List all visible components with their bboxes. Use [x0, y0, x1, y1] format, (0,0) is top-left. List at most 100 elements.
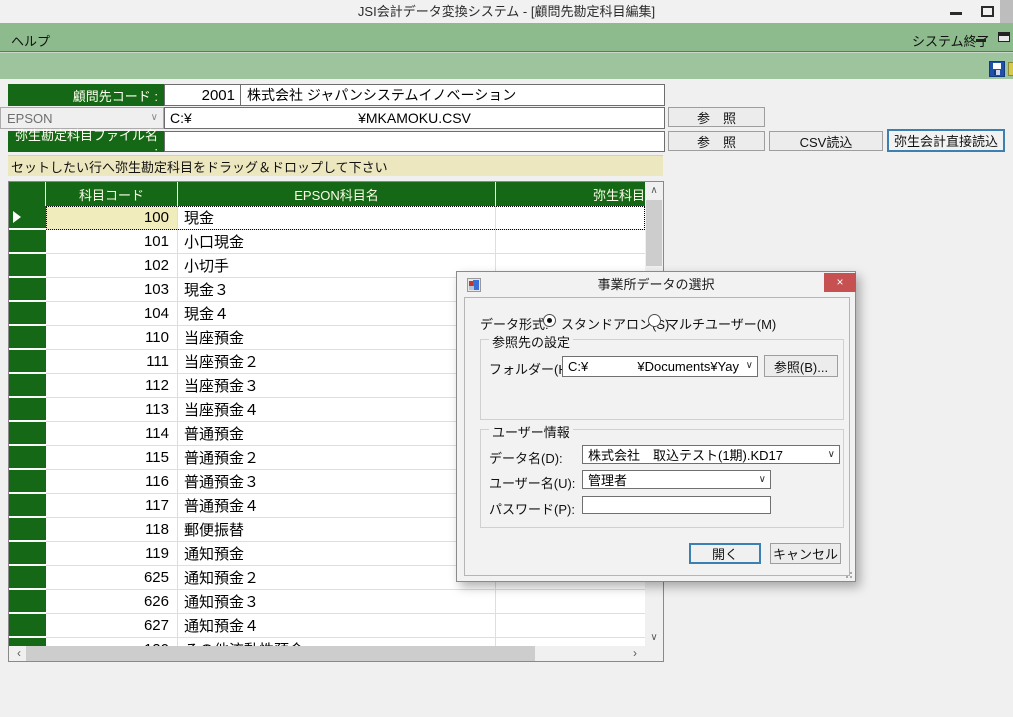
cell-code[interactable]: 113	[46, 398, 178, 422]
row-header-cell[interactable]	[9, 398, 46, 422]
cell-name[interactable]: 普通預金２	[178, 446, 496, 470]
scroll-down-icon[interactable]: ∨	[645, 629, 663, 646]
cell-code[interactable]: 102	[46, 254, 178, 278]
row-header-cell[interactable]	[9, 542, 46, 566]
cell-name[interactable]: 通知預金４	[178, 614, 496, 638]
client-code-field[interactable]: 2001	[164, 84, 241, 106]
horizontal-scrollbar[interactable]: ‹ ›	[9, 646, 645, 661]
cell-yayoi[interactable]	[496, 614, 645, 638]
cell-code[interactable]: 117	[46, 494, 178, 518]
yayoi-file-field[interactable]	[164, 131, 665, 152]
cell-name[interactable]: 通知預金	[178, 542, 496, 566]
cell-name[interactable]: 当座預金３	[178, 374, 496, 398]
cell-yayoi[interactable]	[496, 590, 645, 614]
cell-code[interactable]: 119	[46, 542, 178, 566]
csv-path-field[interactable]: C:¥ ¥MKAMOKU.CSV	[164, 107, 665, 129]
cancel-button[interactable]: キャンセル	[770, 543, 841, 564]
browse-csv-button[interactable]: 参 照	[668, 107, 765, 127]
csv-read-button[interactable]: CSV読込	[769, 131, 883, 151]
row-header-cell[interactable]	[9, 326, 46, 350]
row-header-cell[interactable]	[9, 254, 46, 278]
menu-item-help[interactable]: ヘルプ	[7, 29, 54, 52]
table-row[interactable]: 120その他流動性預金	[9, 638, 645, 646]
grid-corner-cell[interactable]	[9, 182, 46, 206]
row-header-cell[interactable]	[9, 278, 46, 302]
folder-browse-button[interactable]: 参照(B)...	[764, 355, 838, 377]
cell-code[interactable]: 118	[46, 518, 178, 542]
scroll-left-icon[interactable]: ‹	[11, 646, 27, 661]
row-header-cell[interactable]	[9, 614, 46, 638]
cell-name[interactable]: 普通預金４	[178, 494, 496, 518]
row-header-cell[interactable]	[9, 638, 46, 646]
table-row[interactable]: 627通知預金４	[9, 614, 645, 638]
mdi-restore-icon[interactable]	[998, 32, 1010, 42]
cell-name[interactable]: 小切手	[178, 254, 496, 278]
row-header-cell[interactable]	[9, 590, 46, 614]
row-header-cell[interactable]	[9, 566, 46, 590]
cell-yayoi[interactable]	[496, 638, 645, 646]
cell-name[interactable]: 郵便振替	[178, 518, 496, 542]
cell-name[interactable]: 当座預金２	[178, 350, 496, 374]
cell-code[interactable]: 626	[46, 590, 178, 614]
window-maximize-icon[interactable]	[981, 6, 994, 17]
horizontal-scrollbar-thumb[interactable]	[26, 646, 535, 661]
table-row[interactable]: 626通知預金３	[9, 590, 645, 614]
column-header-yayoi[interactable]: 弥生科目	[496, 182, 645, 206]
cell-code[interactable]: 104	[46, 302, 178, 326]
open-button[interactable]: 開く	[689, 543, 761, 564]
scroll-right-icon[interactable]: ›	[627, 646, 643, 661]
row-header-cell[interactable]	[9, 422, 46, 446]
row-header-cell[interactable]	[9, 446, 46, 470]
cell-name[interactable]: 現金４	[178, 302, 496, 326]
partial-toolbar-icon[interactable]	[1008, 62, 1013, 76]
folder-combobox[interactable]: C:¥ ¥Documents¥Yay ∨	[562, 356, 758, 377]
table-row[interactable]: 100現金	[9, 206, 645, 230]
cell-code[interactable]: 110	[46, 326, 178, 350]
cell-code[interactable]: 627	[46, 614, 178, 638]
cell-name[interactable]: その他流動性預金	[178, 638, 496, 646]
cell-code[interactable]: 115	[46, 446, 178, 470]
radio-standalone[interactable]	[543, 314, 556, 327]
cell-name[interactable]: 当座預金	[178, 326, 496, 350]
resize-grip[interactable]	[844, 570, 852, 578]
cell-name[interactable]: 小口現金	[178, 230, 496, 254]
row-header-cell[interactable]	[9, 494, 46, 518]
cell-code[interactable]: 625	[46, 566, 178, 590]
save-icon[interactable]	[989, 61, 1005, 77]
row-header-cell[interactable]	[9, 230, 46, 254]
cell-code[interactable]: 111	[46, 350, 178, 374]
cell-code[interactable]: 112	[46, 374, 178, 398]
cell-code[interactable]: 120	[46, 638, 178, 646]
row-header-cell[interactable]	[9, 302, 46, 326]
row-header-cell[interactable]	[9, 374, 46, 398]
column-header-code[interactable]: 科目コード	[46, 182, 178, 206]
radio-multiuser[interactable]	[648, 314, 661, 327]
mdi-minimize-icon[interactable]	[976, 39, 986, 42]
cell-yayoi[interactable]	[496, 230, 645, 254]
data-name-combobox[interactable]: 株式会社 取込テスト(1期).KD17 ∨	[582, 445, 840, 464]
row-header-cell[interactable]	[9, 206, 46, 230]
row-header-cell[interactable]	[9, 350, 46, 374]
cell-code[interactable]: 101	[46, 230, 178, 254]
cell-name[interactable]: 通知預金２	[178, 566, 496, 590]
client-name-field[interactable]: 株式会社 ジャパンシステムイノベーション	[240, 84, 665, 106]
dialog-close-icon[interactable]: ×	[824, 273, 856, 292]
row-header-cell[interactable]	[9, 518, 46, 542]
cell-name[interactable]: 普通預金	[178, 422, 496, 446]
vertical-scrollbar-thumb[interactable]	[646, 200, 662, 266]
table-row[interactable]: 101小口現金	[9, 230, 645, 254]
cell-name[interactable]: 通知預金３	[178, 590, 496, 614]
window-minimize-icon[interactable]	[950, 12, 962, 15]
cell-code[interactable]: 100	[46, 206, 178, 230]
radio-multiuser-label[interactable]: マルチユーザー(M)	[666, 314, 776, 333]
window-close-area[interactable]	[1000, 0, 1013, 25]
cell-name[interactable]: 現金３	[178, 278, 496, 302]
cell-yayoi[interactable]	[496, 206, 645, 230]
cell-name[interactable]: 現金	[178, 206, 496, 230]
password-field[interactable]	[582, 496, 771, 514]
cell-code[interactable]: 114	[46, 422, 178, 446]
user-name-combobox[interactable]: 管理者 ∨	[582, 470, 771, 489]
cell-name[interactable]: 当座預金４	[178, 398, 496, 422]
column-header-epson[interactable]: EPSON科目名	[178, 182, 496, 206]
browse-yayoi-button[interactable]: 参 照	[668, 131, 765, 151]
